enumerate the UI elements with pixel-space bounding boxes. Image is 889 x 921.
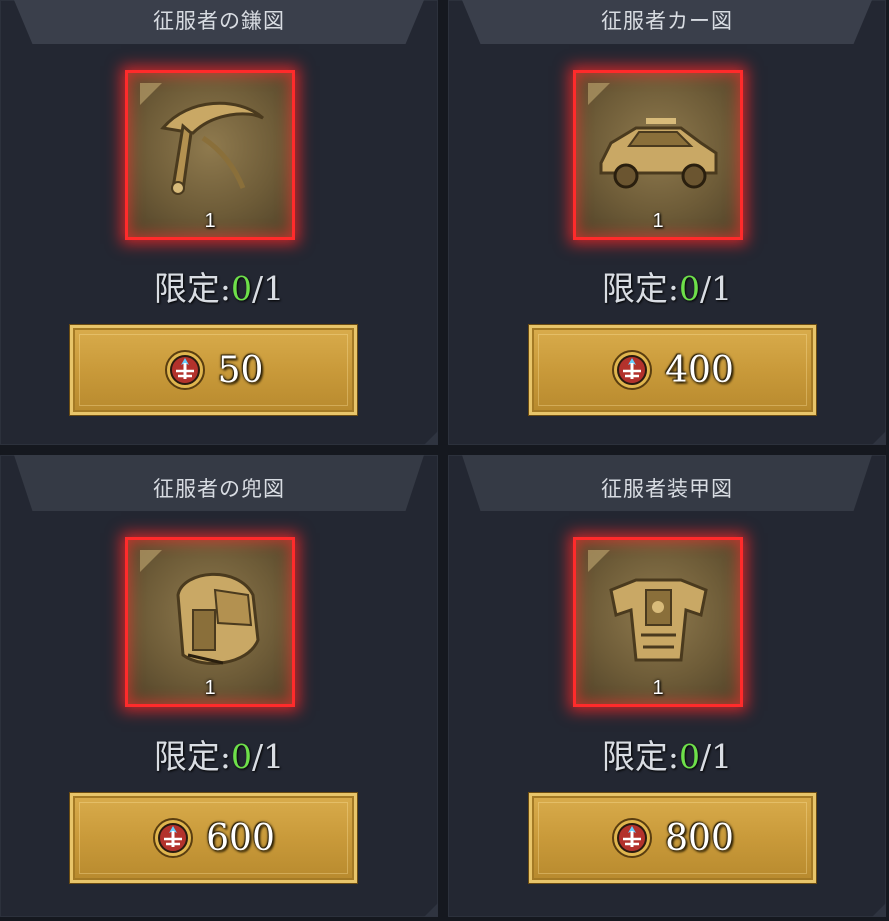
item-slot[interactable]: 1 [125, 537, 295, 707]
item-title: 征服者の鎌図 [153, 9, 285, 33]
buy-button[interactable]: 600 [70, 793, 357, 883]
purchase-limit: 限定:0/1 [0, 730, 438, 778]
purchase-limit: 限定:0/1 [0, 262, 438, 310]
price-label: 50 [217, 349, 264, 391]
shop-item-card: 征服者装甲図 1 限定:0/1 800 [448, 455, 886, 917]
purchase-limit: 限定:0/1 [448, 262, 886, 310]
limit-current: 0 [679, 737, 700, 776]
helmet-icon [176, 572, 260, 665]
medal-coin-icon [164, 350, 205, 390]
price-label: 600 [206, 817, 275, 859]
limit-current: 0 [231, 269, 252, 308]
limit-label: 限定: [601, 269, 679, 308]
shop-item-card: 征服者の兜図 1 限定:0/1 600 [0, 455, 438, 917]
limit-total: /1 [700, 737, 733, 776]
buy-button[interactable]: 50 [70, 325, 357, 415]
medal-coin-icon [612, 818, 653, 858]
purchase-limit: 限定:0/1 [448, 730, 886, 778]
shop-grid: 征服者の鎌図 1 限定:0/1 50 征服者カー図 1 限定:0/1 400 征… [0, 0, 889, 921]
limit-current: 0 [231, 737, 252, 776]
item-quantity: 1 [652, 677, 664, 699]
item-quantity: 1 [204, 677, 216, 699]
item-slot[interactable]: 1 [125, 70, 295, 240]
limit-label: 限定: [153, 737, 231, 776]
price-label: 400 [665, 349, 734, 391]
price-label: 800 [665, 817, 734, 859]
limit-current: 0 [679, 269, 700, 308]
item-quantity: 1 [204, 210, 216, 232]
scythe-icon [160, 101, 264, 195]
item-quantity: 1 [652, 210, 664, 232]
shop-item-card: 征服者カー図 1 限定:0/1 400 [448, 0, 886, 445]
item-title: 征服者装甲図 [601, 477, 733, 501]
item-title: 征服者の兜図 [153, 477, 285, 501]
item-slot[interactable]: 1 [573, 70, 743, 240]
medal-coin-icon [153, 818, 194, 858]
limit-total: /1 [700, 269, 733, 308]
medal-coin-icon [612, 350, 653, 390]
limit-label: 限定: [601, 737, 679, 776]
buy-button[interactable]: 800 [529, 793, 816, 883]
shop-item-card: 征服者の鎌図 1 限定:0/1 50 [0, 0, 438, 445]
car-icon [599, 118, 718, 189]
limit-total: /1 [252, 737, 285, 776]
item-title: 征服者カー図 [601, 9, 733, 33]
item-slot[interactable]: 1 [573, 537, 743, 707]
armor-icon [609, 578, 708, 662]
limit-label: 限定: [153, 269, 231, 308]
buy-button[interactable]: 400 [529, 325, 816, 415]
limit-total: /1 [252, 269, 285, 308]
